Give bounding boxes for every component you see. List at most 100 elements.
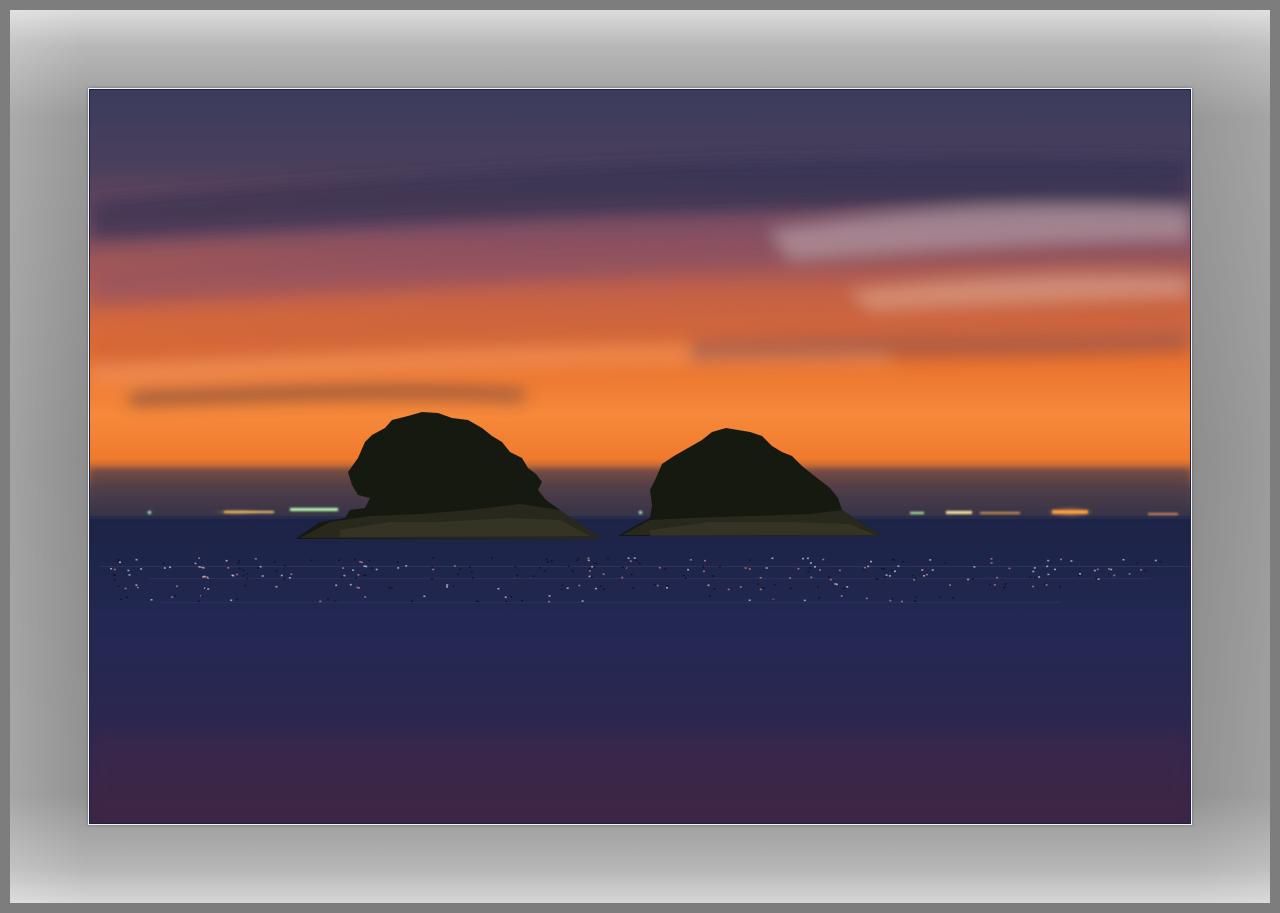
buoy-dot <box>588 575 591 578</box>
buoy-dot <box>1059 585 1061 588</box>
buoy-dot <box>288 577 291 579</box>
buoy-dot <box>1144 570 1147 572</box>
buoy-dot <box>911 574 914 577</box>
buoy-dot <box>972 577 974 580</box>
buoy-dot <box>876 578 879 580</box>
buoy-dot <box>996 576 999 579</box>
buoy-dot <box>915 596 918 599</box>
buoy-dot <box>889 599 892 602</box>
buoy-dot <box>814 566 816 568</box>
buoy-dot <box>532 575 535 577</box>
buoy-dot <box>338 559 341 561</box>
buoy-dot <box>748 568 751 570</box>
buoy-dot <box>594 587 597 590</box>
buoy-dot <box>666 585 669 587</box>
buoy-dot <box>1047 573 1050 576</box>
buoy-dot <box>897 565 900 567</box>
buoy-dot <box>588 568 591 570</box>
buoy-dot <box>319 600 322 603</box>
buoy-dot <box>360 561 363 564</box>
buoy-dot <box>842 587 845 590</box>
buoy-dot <box>1043 583 1046 586</box>
buoy-dot <box>242 575 245 577</box>
buoy-dot <box>938 596 941 598</box>
buoy-dot <box>607 557 610 560</box>
buoy-dot <box>1159 560 1162 563</box>
buoy-dot <box>829 578 832 581</box>
buoy-dot <box>194 562 197 565</box>
buoy-dot <box>1060 558 1062 561</box>
buoy-dot <box>375 568 378 571</box>
buoy-dot <box>257 567 260 569</box>
buoy-dot <box>765 567 768 569</box>
buoy-dot <box>949 584 951 586</box>
buoy-dot <box>827 576 830 578</box>
buoy-dot <box>261 575 264 577</box>
buoy-dot <box>708 595 711 597</box>
buoy-dot <box>1154 559 1157 562</box>
buoy-dot <box>516 574 518 577</box>
buoy-dot <box>890 569 893 572</box>
buoy-dot <box>561 588 563 591</box>
buoy-dot <box>432 557 435 559</box>
buoy-dot <box>682 574 685 577</box>
buoy-dot <box>207 577 210 579</box>
buoy-dot <box>405 565 408 567</box>
buoy-dot <box>840 595 843 597</box>
buoy-dot <box>341 576 344 578</box>
buoy-dot <box>702 570 705 573</box>
buoy-dot <box>914 577 917 579</box>
buoy-dot <box>310 559 313 562</box>
photo-border <box>88 88 1192 825</box>
buoy-dot <box>630 573 633 576</box>
buoy-dot <box>865 597 868 600</box>
buoy-dot <box>259 565 262 568</box>
buoy-dot <box>759 576 762 579</box>
buoy-dot <box>809 562 812 564</box>
buoy-dot <box>514 578 517 580</box>
buoy-dot <box>342 567 345 569</box>
buoy-dot <box>790 587 793 590</box>
buoy-dot <box>275 585 278 588</box>
buoy-dot <box>838 569 841 572</box>
buoy-dot <box>925 573 928 576</box>
buoy-dot <box>343 574 346 577</box>
buoy-dot <box>456 573 459 576</box>
buoy-dot <box>207 588 210 590</box>
buoy-dot <box>543 570 546 572</box>
buoy-dot <box>1113 574 1116 577</box>
buoy-dot <box>944 562 947 565</box>
buoy-dot <box>471 576 474 579</box>
buoy-dot <box>666 586 668 589</box>
buoy-dot <box>388 586 391 589</box>
buoy-dot <box>902 560 905 563</box>
buoy-dot <box>590 576 593 578</box>
buoy-dot <box>894 570 896 573</box>
buoy-dot <box>1140 569 1143 571</box>
buoy-dot <box>921 569 924 571</box>
buoy-dot <box>900 600 903 603</box>
buoy-dot <box>275 570 278 573</box>
buoy-dot <box>749 559 752 561</box>
buoy-dot <box>453 565 456 567</box>
buoy-dot <box>893 559 896 561</box>
buoy-dot <box>1029 576 1032 578</box>
buoy-dot <box>967 578 970 581</box>
buoy-dot <box>545 558 548 561</box>
buoy-dot <box>702 566 705 568</box>
buoy-dot <box>1107 568 1110 570</box>
buoy-dot <box>822 558 825 561</box>
buoy-dot <box>163 562 166 565</box>
buoy-dot <box>365 565 368 568</box>
buoy-dot <box>198 600 200 603</box>
buoy-dot <box>687 568 690 571</box>
buoy-dot <box>806 557 809 560</box>
buoy-dot <box>891 598 894 600</box>
buoy-dot <box>707 584 710 587</box>
buoy-dot <box>712 575 715 577</box>
buoy-dot <box>497 587 500 590</box>
buoy-dot <box>685 577 687 579</box>
buoy-dot <box>578 584 581 587</box>
buoy-dot <box>1122 558 1125 561</box>
buoy-dot <box>1032 570 1035 573</box>
